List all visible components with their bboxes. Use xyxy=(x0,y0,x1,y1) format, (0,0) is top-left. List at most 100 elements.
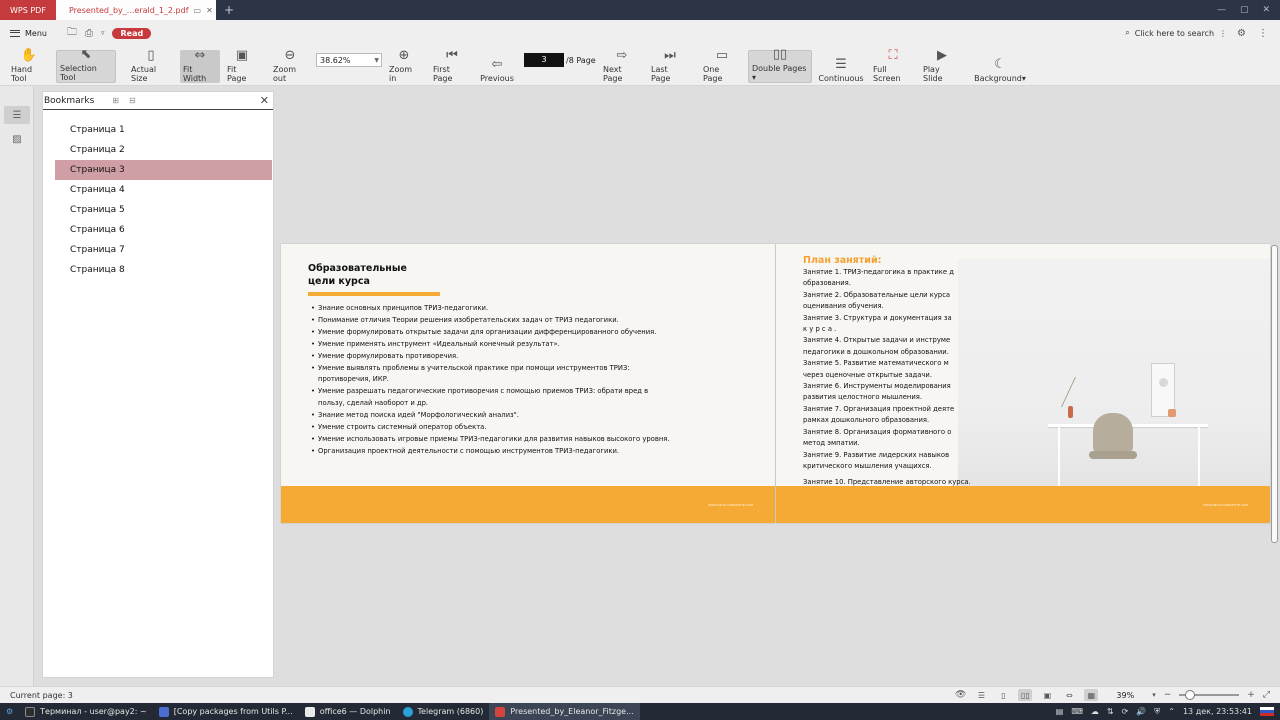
search-box[interactable]: ⌕ Click here to search ⋮ xyxy=(1125,28,1237,38)
fit-width-icon: ⇔ xyxy=(194,48,206,63)
taskbar-item-label: Presented_by_Eleanor_Fitzge... xyxy=(510,707,634,716)
tab-close-icon[interactable]: ✕ xyxy=(206,6,213,15)
dropdown-icon[interactable]: ▿ xyxy=(101,29,105,37)
hand-icon: ✋ xyxy=(20,48,38,63)
eye-protection-icon[interactable]: 👁 xyxy=(955,690,966,700)
close-window-icon[interactable]: ✕ xyxy=(1262,5,1270,15)
single-page-view-icon[interactable]: ▯ xyxy=(996,689,1010,701)
app-label: WPS PDF xyxy=(10,5,46,15)
minimize-icon[interactable]: — xyxy=(1217,5,1226,15)
actual-size-button[interactable]: ▯ Actual Size xyxy=(128,48,174,83)
zoom-out-button[interactable]: ⊖ Zoom out xyxy=(270,48,310,83)
plan-line: Занятие 3. Структура и документация за xyxy=(803,313,952,322)
zoom-out-label: Zoom out xyxy=(273,65,297,83)
double-pages-button[interactable]: ▯▯ Double Pages ▾ xyxy=(748,47,812,83)
first-page-icon: ⏮ xyxy=(446,48,458,63)
previous-page-button[interactable]: ⇦ Previous xyxy=(478,50,516,84)
zoom-out-status-icon[interactable]: − xyxy=(1164,690,1172,700)
clipboard-icon[interactable]: ▤ xyxy=(1056,707,1064,716)
maximize-icon[interactable]: ▢ xyxy=(1240,5,1249,15)
bookmark-item[interactable]: Страница 6 xyxy=(55,220,272,240)
settings-icon[interactable]: ⚙ xyxy=(1237,28,1246,39)
heading-underline xyxy=(308,292,440,296)
bookmark-item[interactable]: Страница 8 xyxy=(55,260,272,280)
taskbar-item-terminal[interactable]: Терминал - user@pay2: ~ xyxy=(19,703,153,720)
bookmark-item[interactable]: Страница 2 xyxy=(55,140,272,160)
last-page-button[interactable]: ⏭ Last Page xyxy=(648,48,692,83)
taskbar-item-telegram[interactable]: Telegram (6860) xyxy=(397,703,490,720)
expand-bookmarks-icon[interactable]: ⊟ xyxy=(129,96,136,105)
thumbnails-panel-icon[interactable]: ▨ xyxy=(4,130,30,148)
fullscreen-status-icon[interactable]: ⤢ xyxy=(1263,690,1270,700)
actual-size-icon: ▯ xyxy=(147,48,155,63)
chevron-down-icon: ▼ xyxy=(374,56,379,64)
page-number-input[interactable]: 3 xyxy=(524,53,564,67)
bookmarks-panel-icon[interactable]: ☰ xyxy=(4,106,30,124)
volume-icon[interactable]: 🔊 xyxy=(1136,707,1146,716)
zoom-in-status-icon[interactable]: + xyxy=(1247,690,1255,700)
first-page-button[interactable]: ⏮ First Page xyxy=(430,48,474,83)
update-icon[interactable]: ⟳ xyxy=(1122,707,1129,716)
document-tab[interactable]: Presented_by_...erald_1_2.pdf ▭ ✕ xyxy=(55,0,216,20)
double-page-view-icon[interactable]: ▯▯ xyxy=(1018,689,1033,701)
zoom-in-button[interactable]: ⊕ Zoom in xyxy=(386,48,422,83)
full-screen-button[interactable]: ⛶ Full Screen xyxy=(870,48,916,83)
fit-width-button[interactable]: ⇔ Fit Width xyxy=(180,48,220,83)
add-bookmark-icon[interactable]: ⊞ xyxy=(112,96,119,105)
selection-tool-button[interactable]: ⬉ Selection Tool xyxy=(56,47,116,83)
pdf-page-right[interactable]: План занятий: Занятие 1. ТРИЗ-педагогика… xyxy=(776,244,1270,523)
play-slide-button[interactable]: ▶ Play Slide xyxy=(920,48,964,83)
vertical-scrollbar[interactable] xyxy=(1271,245,1278,543)
print-icon[interactable]: ⎙ xyxy=(85,28,93,39)
menu-button[interactable]: Menu xyxy=(0,29,57,38)
double-pages-icon: ▯▯ xyxy=(772,47,788,62)
bookmark-item[interactable]: Страница 4 xyxy=(55,180,272,200)
continuous-button[interactable]: ☰ Continuous xyxy=(816,50,866,84)
start-menu-button[interactable]: ⚙ xyxy=(0,703,19,720)
network-icon[interactable]: ⇅ xyxy=(1107,707,1114,716)
chevron-up-icon[interactable]: ⌃ xyxy=(1168,707,1175,716)
keyboard-icon[interactable]: ⌨ xyxy=(1071,707,1083,716)
status-controls: 👁 ☰ ▯ ▯▯ ▣ ⇔ ▦ 39% ▾ − + ⤢ xyxy=(955,689,1280,701)
zoom-slider-knob[interactable] xyxy=(1185,690,1196,700)
taskbar-item-label: [Copy packages from Utils P... xyxy=(173,707,293,716)
one-page-button[interactable]: ▭ One Page xyxy=(700,48,744,83)
tab-restore-icon[interactable]: ▭ xyxy=(194,6,202,15)
taskbar-item-wps[interactable]: Presented_by_Eleanor_Fitzge... xyxy=(489,703,640,720)
plan-line: педагогики в дошкольном образовании. xyxy=(803,347,949,356)
vpn-icon[interactable]: ⛨ xyxy=(1154,707,1160,717)
new-tab-button[interactable]: + xyxy=(216,0,242,20)
more-options-icon[interactable]: ⋮ xyxy=(1258,28,1268,39)
zoom-level-select[interactable]: 38.62% ▼ xyxy=(316,53,382,67)
fit-page-button[interactable]: ▣ Fit Page xyxy=(224,48,260,83)
continuous-view-icon[interactable]: ☰ xyxy=(974,689,988,701)
more-vertical-icon[interactable]: ⋮ xyxy=(1219,29,1227,38)
hand-tool-button[interactable]: ✋ Hand Tool xyxy=(8,48,50,83)
zoom-dropdown-icon[interactable]: ▾ xyxy=(1152,691,1156,699)
play-slide-label: Play Slide xyxy=(923,65,943,83)
bookmark-item-selected[interactable]: Страница 3 xyxy=(55,160,272,180)
pdf-page-left[interactable]: Образовательные цели курса Знание основн… xyxy=(281,244,775,523)
tray-app-icon[interactable]: ☁ xyxy=(1091,707,1099,716)
next-page-button[interactable]: ⇨ Next Page xyxy=(600,48,644,83)
open-folder-icon[interactable]: 🗀 xyxy=(67,25,77,42)
bookmark-item[interactable]: Страница 5 xyxy=(55,200,272,220)
fit-width-status-icon[interactable]: ⇔ xyxy=(1062,689,1076,701)
bookmarks-panel: Bookmarks ⊞ ⊟ ✕ Страница 1 Страница 2 Ст… xyxy=(42,91,274,678)
read-mode-button[interactable]: Read xyxy=(112,27,152,39)
clock[interactable]: 13 дек, 23:53:41 xyxy=(1183,707,1252,716)
language-flag-icon[interactable] xyxy=(1260,707,1274,716)
app-tab[interactable]: WPS PDF xyxy=(0,0,56,20)
plan-line: Занятие 7. Организация проектной деяте xyxy=(803,404,955,413)
taskbar-item-dolphin[interactable]: office6 — Dolphin xyxy=(299,703,397,720)
taskbar-item-copy[interactable]: [Copy packages from Utils P... xyxy=(153,703,299,720)
bookmark-item[interactable]: Страница 7 xyxy=(55,240,272,260)
selection-tool-label: Selection Tool xyxy=(60,64,97,82)
actual-size-status-icon[interactable]: ▦ xyxy=(1084,689,1099,701)
bookmark-item[interactable]: Страница 1 xyxy=(55,120,272,140)
close-panel-icon[interactable]: ✕ xyxy=(260,94,269,107)
fit-page-status-icon[interactable]: ▣ xyxy=(1040,689,1054,701)
plan-line: Занятие 9. Развитие лидерских навыков xyxy=(803,450,950,459)
zoom-slider[interactable] xyxy=(1179,690,1240,700)
background-button[interactable]: ☾ Background▾ xyxy=(970,50,1030,84)
